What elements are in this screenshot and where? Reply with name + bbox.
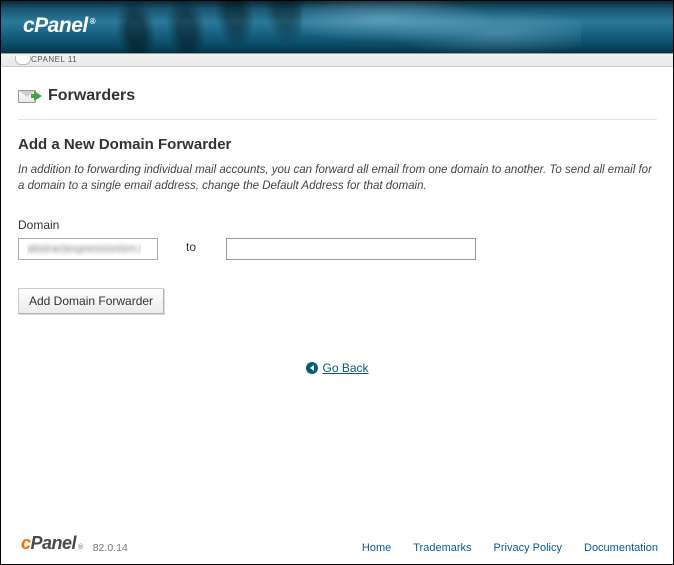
domain-select-wrap: abstractexpressionism.t	[18, 238, 158, 260]
breadcrumb-label: CPANEL 11	[31, 55, 77, 64]
domain-label: Domain	[18, 218, 657, 232]
destination-input[interactable]	[226, 238, 476, 260]
footer-logo: cPanel®	[21, 533, 83, 554]
to-label: to	[186, 238, 198, 254]
breadcrumb-bar: CPANEL 11	[1, 54, 673, 67]
footer-left: cPanel® 82.0.14	[21, 533, 128, 554]
section-description: In addition to forwarding individual mai…	[18, 163, 657, 194]
footer: cPanel® 82.0.14 Home Trademarks Privacy …	[1, 524, 673, 564]
domain-select[interactable]: abstractexpressionism.t	[18, 238, 158, 260]
back-arrow-icon	[306, 362, 318, 374]
footer-link-privacy[interactable]: Privacy Policy	[494, 542, 562, 554]
logo-text: cPanel	[23, 14, 88, 37]
section-title: Add a New Domain Forwarder	[18, 136, 657, 153]
version-text: 82.0.14	[93, 542, 128, 554]
cpanel-logo: cPanel®	[1, 1, 673, 38]
header-banner: cPanel®	[1, 1, 673, 54]
footer-link-home[interactable]: Home	[362, 542, 391, 554]
go-back-wrap: Go Back	[18, 360, 657, 375]
content-area: Forwarders Add a New Domain Forwarder In…	[1, 67, 673, 375]
footer-logo-reg: ®	[78, 544, 83, 551]
page-title: Forwarders	[48, 87, 135, 105]
footer-logo-rest: Panel	[31, 533, 77, 554]
page-header: Forwarders	[18, 87, 657, 120]
add-domain-forwarder-button[interactable]: Add Domain Forwarder	[18, 288, 164, 314]
footer-link-trademarks[interactable]: Trademarks	[413, 542, 471, 554]
logo-registered: ®	[90, 17, 95, 26]
domain-form-row: abstractexpressionism.t to	[18, 238, 657, 260]
go-back-label: Go Back	[322, 361, 368, 375]
footer-logo-c: c	[21, 533, 31, 554]
footer-links: Home Trademarks Privacy Policy Documenta…	[362, 542, 658, 554]
footer-link-documentation[interactable]: Documentation	[584, 542, 658, 554]
go-back-link[interactable]: Go Back	[306, 361, 368, 375]
forwarders-icon	[18, 87, 40, 105]
